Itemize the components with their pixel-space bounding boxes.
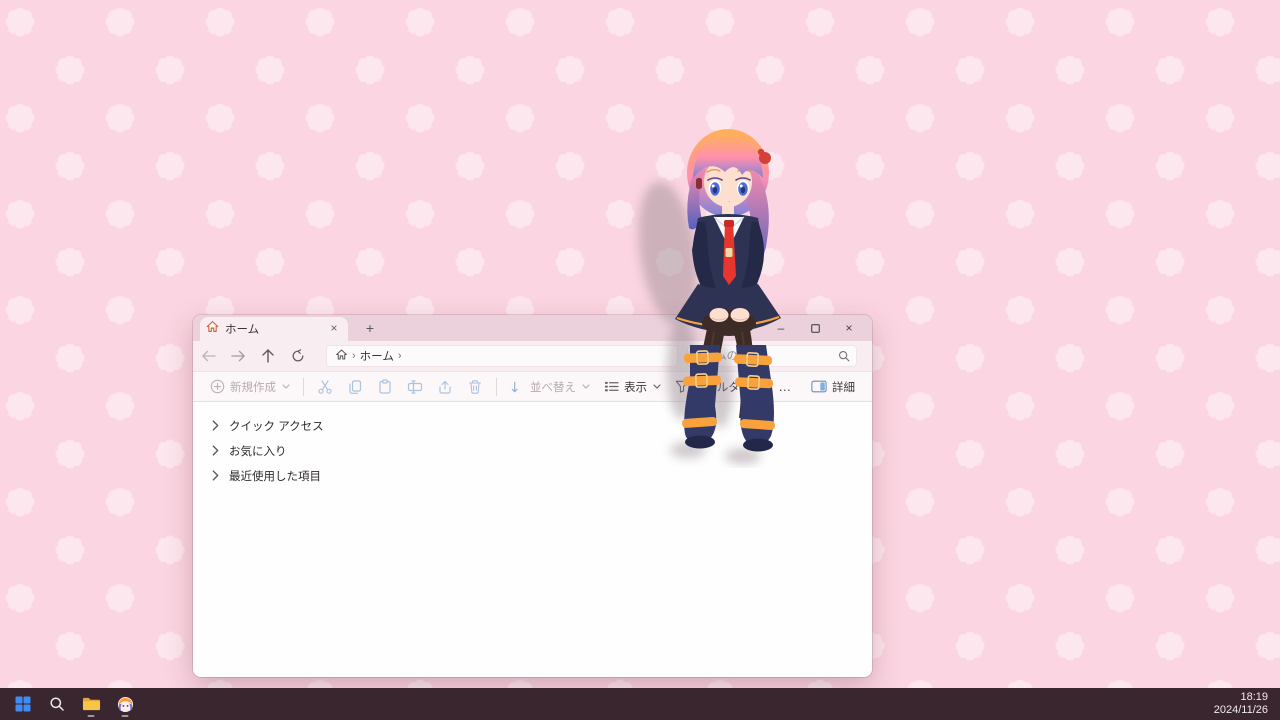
search-taskbar-button[interactable]	[44, 690, 70, 718]
copy-button[interactable]	[340, 375, 370, 399]
tab-home[interactable]: ホーム ×	[200, 317, 348, 341]
mascot-app-taskbar-button[interactable]	[112, 690, 138, 718]
file-explorer-taskbar-button[interactable]	[78, 690, 104, 718]
up-button[interactable]	[253, 343, 283, 369]
desktop-mascot-character[interactable]	[598, 118, 818, 468]
back-button[interactable]	[193, 343, 223, 369]
toolbar-separator	[496, 378, 497, 396]
chevron-right-icon[interactable]	[211, 420, 220, 431]
trash-icon	[467, 379, 483, 395]
copy-icon	[347, 379, 363, 395]
new-button-label: 新規作成	[230, 379, 276, 395]
refresh-icon	[291, 349, 305, 363]
home-tab-icon	[206, 320, 219, 338]
clock-time: 18:19	[1214, 691, 1268, 704]
chevron-down-icon	[582, 384, 590, 389]
close-button[interactable]: ×	[832, 315, 866, 341]
chevron-right-icon[interactable]	[211, 445, 220, 456]
tab-close-button[interactable]: ×	[326, 321, 342, 337]
folder-icon	[82, 696, 101, 712]
cut-icon	[317, 379, 333, 395]
breadcrumb-home[interactable]: ホーム	[360, 348, 394, 364]
sort-icon	[510, 380, 525, 394]
arrow-left-icon	[201, 350, 216, 362]
running-indicator	[122, 715, 129, 718]
search-icon	[838, 350, 850, 362]
refresh-button[interactable]	[283, 343, 313, 369]
arrow-right-icon	[231, 350, 246, 362]
cut-button[interactable]	[310, 375, 340, 399]
paste-button[interactable]	[370, 375, 400, 399]
desktop: ホーム × + – ×	[0, 0, 1280, 720]
taskbar-clock[interactable]: 18:19 2024/11/26	[1214, 691, 1280, 717]
share-icon	[437, 379, 453, 395]
breadcrumb-chevron[interactable]: ›	[398, 350, 402, 362]
mascot-headset	[696, 178, 702, 189]
sort-button[interactable]: 並べ替え	[503, 375, 597, 399]
rename-icon	[407, 379, 423, 395]
windows-logo-icon	[15, 696, 31, 712]
paste-icon	[377, 379, 393, 395]
delete-button[interactable]	[460, 375, 490, 399]
plus-circle-icon	[210, 379, 225, 394]
new-button[interactable]: 新規作成	[203, 375, 297, 399]
mascot-hair-accessory	[758, 149, 764, 155]
mascot-app-icon	[117, 696, 134, 713]
arrow-up-icon	[262, 349, 274, 363]
breadcrumb-chevron[interactable]: ›	[352, 350, 356, 362]
group-label: 最近使用した項目	[229, 468, 321, 484]
taskbar: 18:19 2024/11/26	[0, 688, 1280, 720]
clock-date: 2024/11/26	[1214, 704, 1268, 717]
running-indicator	[88, 715, 95, 718]
search-icon	[49, 696, 65, 712]
group-label: クイック アクセス	[229, 418, 324, 434]
sort-button-label: 並べ替え	[530, 379, 576, 395]
tab-title: ホーム	[225, 321, 320, 337]
start-button[interactable]	[10, 690, 36, 718]
chevron-down-icon	[282, 384, 290, 389]
share-button[interactable]	[430, 375, 460, 399]
breadcrumb-home-icon[interactable]	[335, 348, 348, 364]
new-tab-button[interactable]: +	[359, 319, 381, 339]
group-label: お気に入り	[229, 443, 287, 459]
toolbar-separator	[303, 378, 304, 396]
rename-button[interactable]	[400, 375, 430, 399]
forward-button[interactable]	[223, 343, 253, 369]
chevron-right-icon[interactable]	[211, 470, 220, 481]
details-button-label: 詳細	[832, 379, 855, 395]
